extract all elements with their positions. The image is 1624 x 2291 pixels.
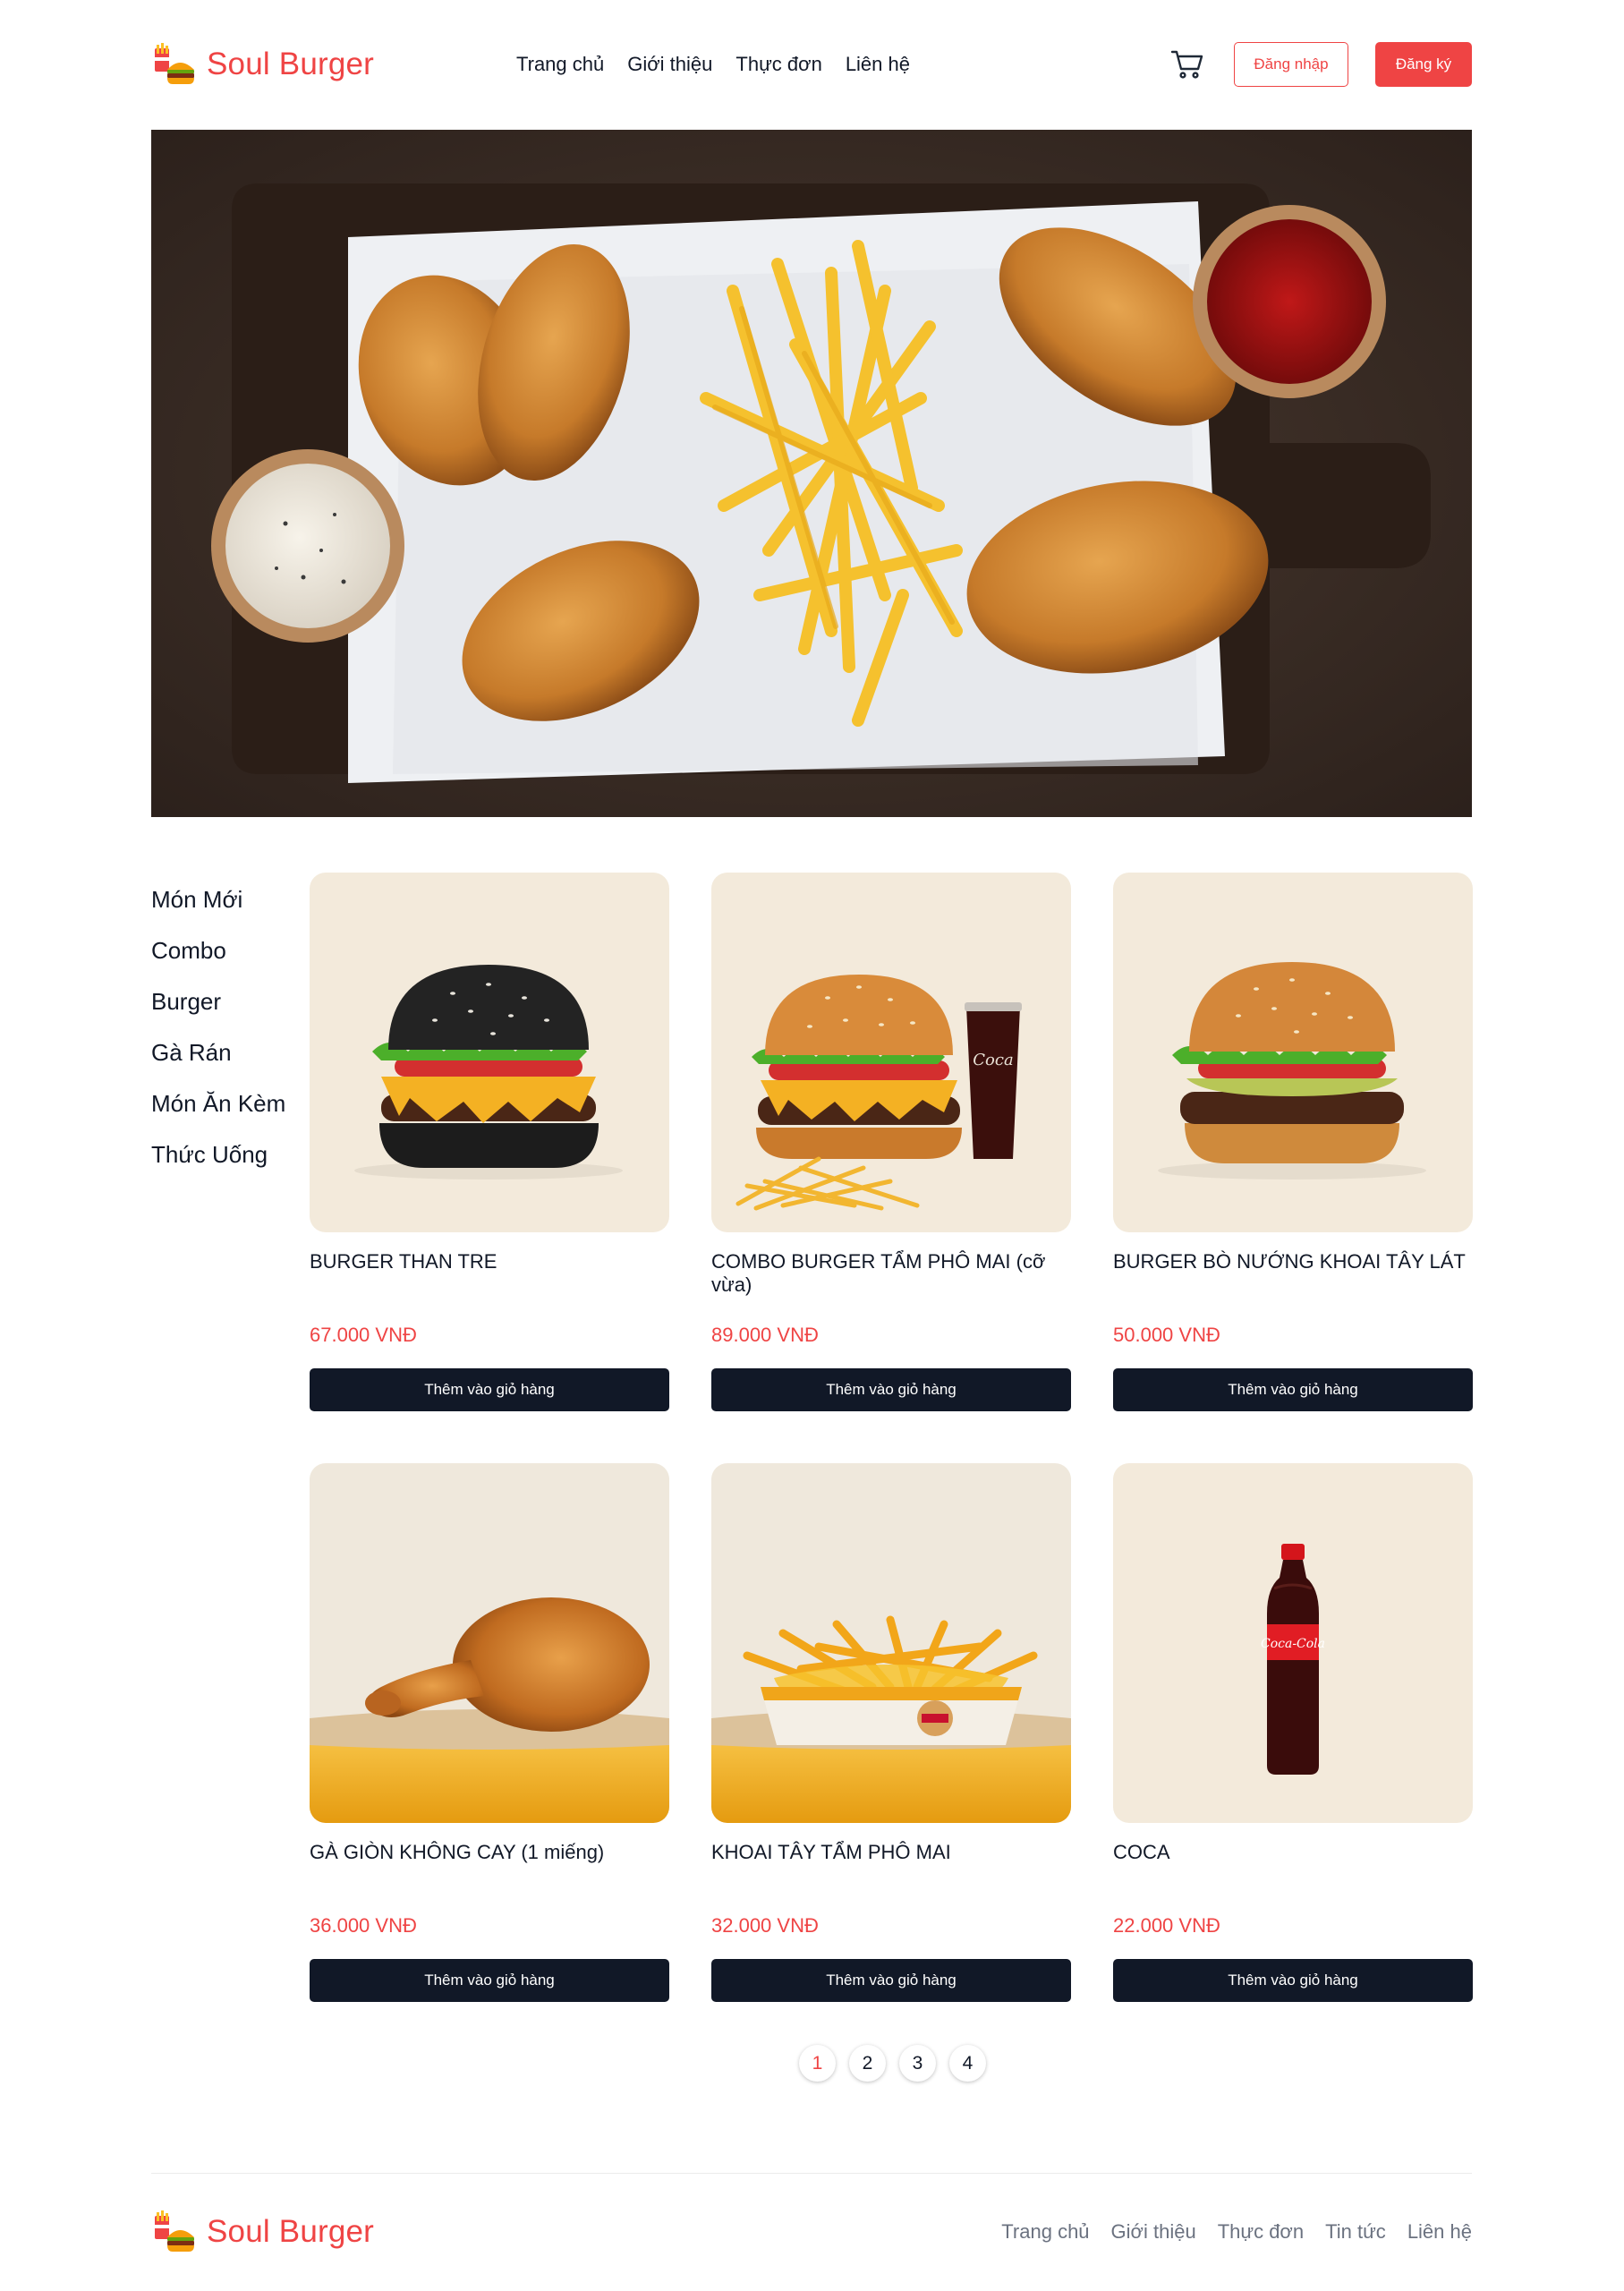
svg-text:Coca-Cola: Coca-Cola xyxy=(1261,1637,1325,1651)
category-drinks[interactable]: Thức Uống xyxy=(151,1137,294,1188)
footer-brand-logo[interactable]: Soul Burger xyxy=(151,2210,375,2253)
product-grid: BURGER THAN TRE 67.000 VNĐ Thêm vào giỏ … xyxy=(310,873,1473,2002)
footer-link-home[interactable]: Trang chủ xyxy=(1001,2220,1089,2244)
product-image[interactable] xyxy=(310,1463,669,1823)
footer-nav: Trang chủ Giới thiệu Thực đơn Tin tức Li… xyxy=(1001,2200,1472,2264)
page-button-1[interactable]: 1 xyxy=(799,2045,836,2082)
product-image[interactable]: Coca-Cola xyxy=(1113,1463,1473,1823)
category-fried-chicken[interactable]: Gà Rán xyxy=(151,1035,294,1086)
product-card[interactable]: KHOAI TÂY TẨM PHÔ MAI 32.000 VNĐ Thêm và… xyxy=(711,1463,1071,2002)
footer-link-contact[interactable]: Liên hệ xyxy=(1407,2220,1472,2244)
product-card[interactable]: BURGER BÒ NƯỚNG KHOAI TÂY LÁT 50.000 VNĐ… xyxy=(1113,873,1473,1411)
site-header: Soul Burger Trang chủ Giới thiệu Thực đơ… xyxy=(151,32,1472,97)
brand-logo[interactable]: Soul Burger xyxy=(151,43,375,86)
product-price: 50.000 VNĐ xyxy=(1113,1324,1220,1346)
add-to-cart-button[interactable]: Thêm vào giỏ hàng xyxy=(1113,1959,1473,2002)
beef-burger-icon xyxy=(1158,962,1426,1180)
category-new[interactable]: Món Mới xyxy=(151,881,294,933)
page-button-3[interactable]: 3 xyxy=(899,2045,936,2082)
nav-link-menu[interactable]: Thực đơn xyxy=(735,53,821,76)
category-sides[interactable]: Món Ăn Kèm xyxy=(151,1086,294,1137)
cart-button[interactable] xyxy=(1169,47,1205,82)
product-name[interactable]: GÀ GIÒN KHÔNG CAY (1 miếng) xyxy=(310,1841,669,1864)
svg-text:Coca: Coca xyxy=(973,1051,1013,1069)
product-card[interactable]: BURGER THAN TRE 67.000 VNĐ Thêm vào giỏ … xyxy=(310,873,669,1411)
footer-divider xyxy=(151,2173,1472,2174)
add-to-cart-button[interactable]: Thêm vào giỏ hàng xyxy=(1113,1368,1473,1411)
hero-banner-image xyxy=(151,130,1472,817)
login-button[interactable]: Đăng nhập xyxy=(1234,42,1348,87)
burger-combo-icon: Coca xyxy=(735,975,1022,1211)
add-to-cart-button[interactable]: Thêm vào giỏ hàng xyxy=(310,1959,669,2002)
product-price: 36.000 VNĐ xyxy=(310,1914,417,1937)
add-to-cart-button[interactable]: Thêm vào giỏ hàng xyxy=(711,1959,1071,2002)
nav-link-home[interactable]: Trang chủ xyxy=(516,53,604,76)
site-footer: Soul Burger Trang chủ Giới thiệu Thực đơ… xyxy=(151,2200,1472,2264)
main-nav: Trang chủ Giới thiệu Thực đơn Liên hệ xyxy=(516,32,910,97)
burger-fries-logo-icon xyxy=(155,43,194,84)
category-burger[interactable]: Burger xyxy=(151,984,294,1035)
nav-link-about[interactable]: Giới thiệu xyxy=(627,53,712,76)
pagination: 1 2 3 4 xyxy=(0,2045,1624,2082)
product-price: 32.000 VNĐ xyxy=(711,1914,819,1937)
product-image[interactable] xyxy=(310,873,669,1232)
category-sidebar: Món Mới Combo Burger Gà Rán Món Ăn Kèm T… xyxy=(151,881,294,1188)
register-button[interactable]: Đăng ký xyxy=(1375,42,1472,87)
product-card[interactable]: Coca-Cola COCA 22.000 VNĐ Thêm vào giỏ h… xyxy=(1113,1463,1473,2002)
product-name[interactable]: COCA xyxy=(1113,1841,1473,1864)
header-actions: Đăng nhập Đăng ký xyxy=(1169,32,1472,97)
page-button-2[interactable]: 2 xyxy=(849,2045,886,2082)
product-price: 22.000 VNĐ xyxy=(1113,1914,1220,1937)
burger-fries-logo-icon xyxy=(155,2210,194,2252)
footer-link-about[interactable]: Giới thiệu xyxy=(1111,2220,1196,2244)
product-price: 89.000 VNĐ xyxy=(711,1324,819,1346)
add-to-cart-button[interactable]: Thêm vào giỏ hàng xyxy=(310,1368,669,1411)
coca-cola-bottle-icon: Coca-Cola xyxy=(1261,1544,1325,1775)
cart-icon xyxy=(1170,50,1203,79)
product-name[interactable]: KHOAI TÂY TẨM PHÔ MAI xyxy=(711,1841,1071,1864)
product-image[interactable] xyxy=(1113,873,1473,1232)
product-name[interactable]: COMBO BURGER TẨM PHÔ MAI (cỡ vừa) xyxy=(711,1250,1071,1297)
product-image[interactable] xyxy=(711,1463,1071,1823)
product-card[interactable]: Coca COMBO BURGER TẨM PHÔ MAI (cỡ vừa) 8… xyxy=(711,873,1071,1411)
footer-brand-name: Soul Burger xyxy=(207,2214,375,2249)
product-image[interactable]: Coca xyxy=(711,873,1071,1232)
fried-chicken-fries-photo xyxy=(151,130,1472,817)
brand-name: Soul Burger xyxy=(207,47,375,81)
product-price: 67.000 VNĐ xyxy=(310,1324,417,1346)
product-card[interactable]: GÀ GIÒN KHÔNG CAY (1 miếng) 36.000 VNĐ T… xyxy=(310,1463,669,2002)
footer-link-menu[interactable]: Thực đơn xyxy=(1218,2220,1304,2244)
cheese-fries-icon xyxy=(711,1615,1071,1823)
product-name[interactable]: BURGER THAN TRE xyxy=(310,1250,669,1273)
add-to-cart-button[interactable]: Thêm vào giỏ hàng xyxy=(711,1368,1071,1411)
fried-chicken-icon xyxy=(310,1597,669,1823)
category-combo[interactable]: Combo xyxy=(151,933,294,984)
black-bun-burger-icon xyxy=(354,965,623,1180)
page-button-4[interactable]: 4 xyxy=(949,2045,986,2082)
product-name[interactable]: BURGER BÒ NƯỚNG KHOAI TÂY LÁT xyxy=(1113,1250,1473,1273)
footer-link-news[interactable]: Tin tức xyxy=(1325,2220,1386,2244)
nav-link-contact[interactable]: Liên hệ xyxy=(846,53,910,76)
